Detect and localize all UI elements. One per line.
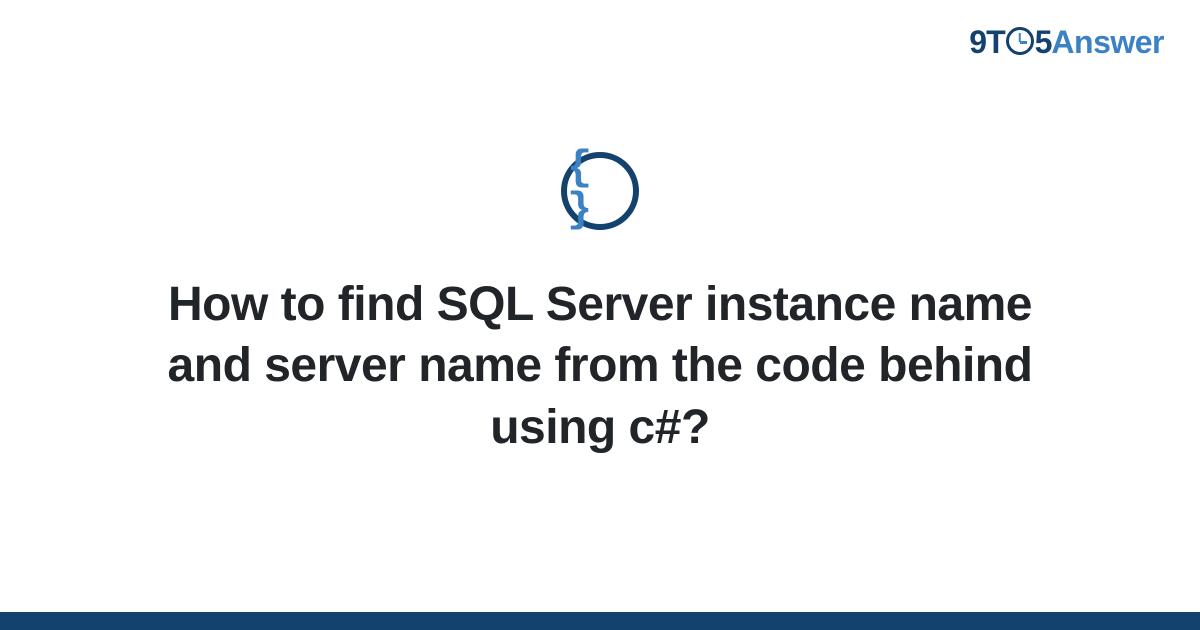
footer-accent-bar — [0, 612, 1200, 630]
category-badge: { } — [561, 152, 639, 230]
main-content: { } How to find SQL Server instance name… — [0, 0, 1200, 630]
question-title: How to find SQL Server instance name and… — [120, 274, 1080, 458]
code-braces-icon: { } — [567, 147, 633, 231]
